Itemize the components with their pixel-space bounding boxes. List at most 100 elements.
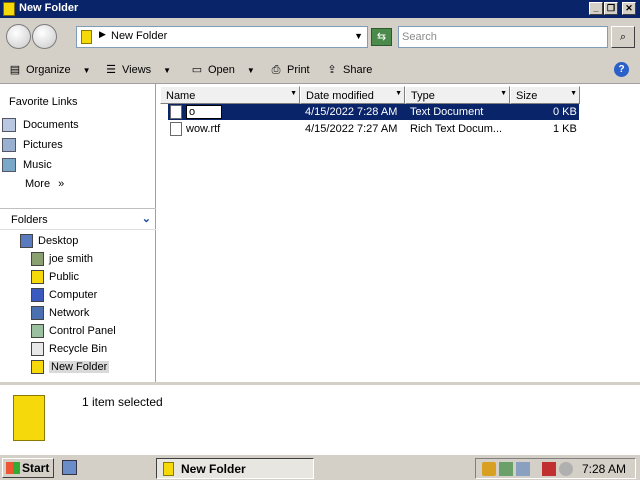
music-icon: [2, 158, 16, 172]
favorite-links-more[interactable]: More »: [25, 178, 64, 190]
user-folder-icon: [31, 252, 44, 266]
tree-item-desktop[interactable]: Desktop: [20, 233, 78, 249]
favorite-link-pictures[interactable]: Pictures: [2, 138, 63, 152]
tree-item-joe-smith[interactable]: joe smith: [31, 251, 93, 267]
views-button[interactable]: ☰ Views ▼: [104, 63, 171, 77]
open-button[interactable]: ▭ Open ▼: [190, 63, 255, 77]
tree-item-label: New Folder: [49, 361, 110, 373]
chevron-down-icon[interactable]: ▼: [500, 90, 507, 97]
file-size: 1 KB: [553, 123, 577, 135]
taskbar-button-label: New Folder: [181, 461, 246, 476]
volume-muted-icon[interactable]: [559, 462, 573, 476]
command-toolbar: ▤ Organize ▼ ☰ Views ▼ ▭ Open ▼ ⎙ Print …: [0, 56, 640, 84]
help-button[interactable]: ?: [614, 62, 629, 77]
chevron-down-icon: ▼: [163, 65, 172, 75]
details-pane: 1 item selected: [0, 382, 640, 454]
taskbar: Start New Folder 7:28 AM: [0, 454, 640, 480]
close-button[interactable]: ✕: [622, 2, 636, 15]
network-status-icon[interactable]: [499, 462, 513, 476]
folders-header[interactable]: Folders ⌄: [0, 208, 156, 230]
address-path: New Folder: [111, 30, 168, 42]
file-date: 4/15/2022 7:27 AM: [305, 123, 398, 135]
minimize-button[interactable]: _: [589, 2, 603, 15]
folder-icon: [31, 270, 44, 284]
rtf-file-icon: [170, 122, 182, 136]
views-icon: ☰: [106, 64, 116, 76]
printer-icon: ⎙: [271, 64, 281, 76]
tree-item-label: Network: [49, 307, 90, 319]
breadcrumb-arrow-icon[interactable]: ▶: [99, 29, 106, 40]
double-chevron-icon: »: [58, 178, 65, 190]
favorite-link-label: Music: [23, 159, 52, 171]
share-icon: ⇪: [327, 64, 337, 76]
open-label: Open: [208, 64, 235, 76]
column-header-label: Type: [411, 90, 435, 102]
favorite-links-heading: Favorite Links: [9, 96, 78, 108]
computer-icon: [31, 288, 44, 302]
tree-item-new-folder[interactable]: New Folder: [31, 359, 110, 375]
favorite-link-documents[interactable]: Documents: [2, 118, 79, 132]
search-input[interactable]: Search: [398, 26, 608, 48]
share-button[interactable]: ⇪ Share: [325, 63, 372, 77]
navigation-pane: Favorite Links Documents Pictures Music …: [0, 84, 156, 382]
organize-icon: ▤: [9, 64, 21, 76]
clock[interactable]: 7:28 AM: [582, 462, 626, 476]
title-bar: New Folder _ ❐ ✕: [0, 0, 640, 18]
search-button[interactable]: ⌕: [611, 26, 635, 48]
tree-item-network[interactable]: Network: [31, 305, 89, 321]
restore-button[interactable]: ❐: [604, 2, 618, 15]
print-button[interactable]: ⎙ Print: [269, 63, 310, 77]
control-panel-icon: [31, 324, 44, 338]
show-desktop-icon[interactable]: [62, 460, 77, 475]
tree-item-computer[interactable]: Computer: [31, 287, 97, 303]
tree-item-label: Control Panel: [49, 325, 116, 337]
views-label: Views: [122, 64, 152, 76]
start-button[interactable]: Start: [2, 458, 54, 478]
chevron-down-icon: ▼: [246, 65, 255, 75]
chevron-down-icon[interactable]: ▼: [354, 31, 363, 41]
tree-item-label: Computer: [49, 289, 98, 301]
column-header-size[interactable]: Size ▼: [510, 86, 580, 104]
organize-button[interactable]: ▤ Organize ▼: [8, 63, 91, 77]
tree-item-public[interactable]: Public: [31, 269, 79, 285]
table-row[interactable]: o 4/15/2022 7:28 AM Text Document 0 KB: [168, 104, 579, 120]
file-type: Text Document: [410, 106, 484, 118]
taskbar-button-new-folder[interactable]: New Folder: [156, 458, 314, 479]
security-shield-icon[interactable]: [482, 462, 496, 476]
back-button[interactable]: [6, 24, 31, 49]
chevron-down-icon[interactable]: ▼: [395, 90, 402, 97]
address-bar-row: ▶ New Folder ▼ ⇆ Search ⌕: [0, 18, 640, 56]
share-label: Share: [343, 64, 373, 76]
refresh-button[interactable]: ⇆: [371, 28, 392, 46]
favorite-link-music[interactable]: Music: [2, 158, 52, 172]
selection-status: 1 item selected: [82, 395, 163, 409]
tree-item-recycle-bin[interactable]: Recycle Bin: [31, 341, 107, 357]
tree-item-label: joe smith: [49, 253, 94, 265]
file-type: Rich Text Docum...: [410, 123, 503, 135]
forward-button[interactable]: [32, 24, 57, 49]
tree-item-control-panel[interactable]: Control Panel: [31, 323, 116, 339]
address-bar[interactable]: ▶ New Folder ▼: [76, 26, 368, 48]
chevron-down-icon[interactable]: ⌄: [142, 212, 151, 225]
folder-icon: [3, 2, 15, 16]
table-row[interactable]: wow.rtf 4/15/2022 7:27 AM Rich Text Docu…: [168, 121, 579, 137]
chevron-down-icon: ▼: [82, 65, 91, 75]
windows-logo-icon: [6, 462, 20, 474]
column-header-date[interactable]: Date modified ▼: [300, 86, 405, 104]
column-header-label: Date modified: [306, 90, 374, 102]
print-label: Print: [287, 64, 310, 76]
network-icon: [31, 306, 44, 320]
favorite-link-label: Documents: [23, 119, 79, 131]
tree-item-label: Recycle Bin: [49, 343, 108, 355]
text-file-icon: [170, 105, 182, 119]
chevron-down-icon[interactable]: ▼: [290, 90, 297, 97]
rename-input[interactable]: o: [186, 105, 222, 119]
column-header-type[interactable]: Type ▼: [405, 86, 510, 104]
update-icon[interactable]: [516, 462, 530, 476]
organize-label: Organize: [26, 64, 71, 76]
column-header-name[interactable]: Name ▼: [160, 86, 300, 104]
chevron-down-icon[interactable]: ▼: [570, 90, 577, 97]
network-disconnected-icon[interactable]: [542, 462, 556, 476]
folders-heading: Folders: [11, 214, 48, 226]
column-header-label: Size: [516, 90, 538, 102]
